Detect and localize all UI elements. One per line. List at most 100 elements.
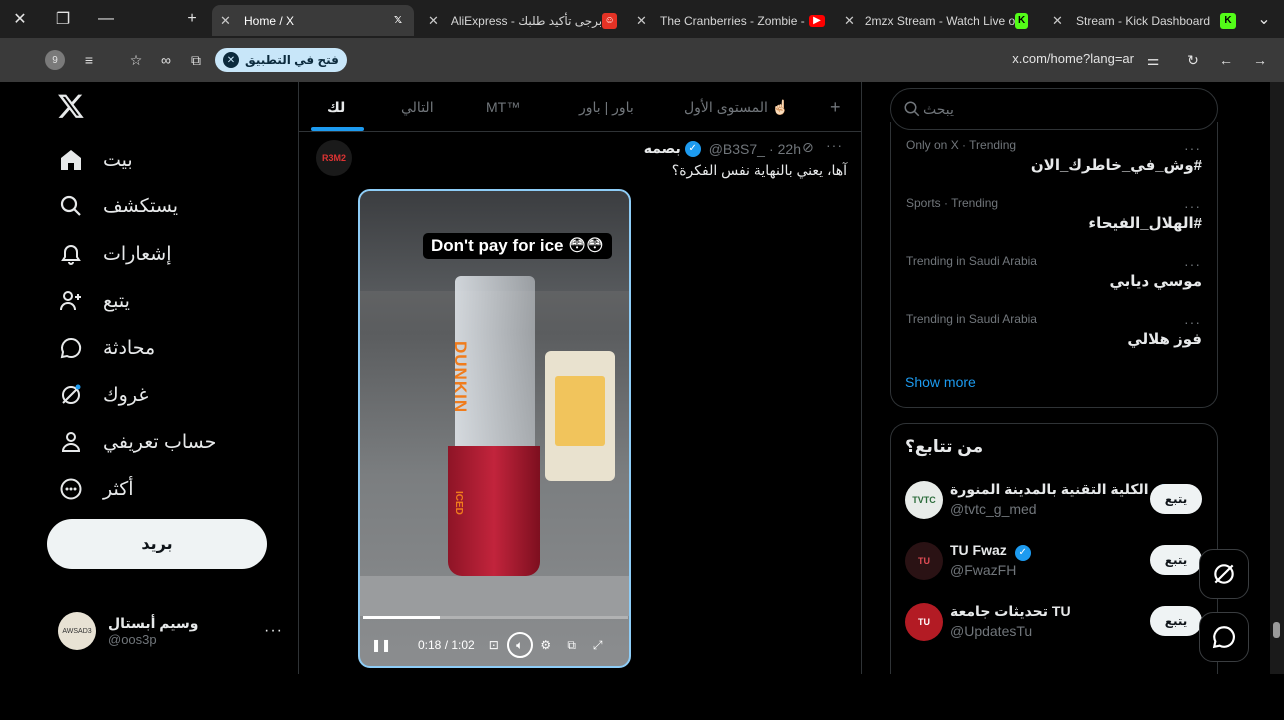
more-circle-icon	[55, 473, 87, 505]
follow-button[interactable]: يتبع	[1150, 484, 1202, 514]
account-name[interactable]: تحديثات جامعة TU	[950, 603, 1071, 620]
video-caption: Don't pay for ice 😳😳	[423, 233, 612, 259]
profile-handle: @oos3p	[108, 632, 157, 647]
nav-item-profile[interactable]: حساب تعريفي	[55, 422, 216, 462]
tweet-author-name[interactable]: بصمه	[644, 140, 681, 157]
restore-window-icon[interactable]: ❐	[43, 0, 83, 38]
trend-meta: Trending in Saudi Arabia	[906, 254, 1037, 268]
close-tab-icon[interactable]: ✕	[428, 13, 443, 29]
settings-gear-icon[interactable]: ⚙	[533, 632, 559, 658]
close-tab-icon[interactable]: ✕	[636, 13, 652, 29]
close-tab-icon[interactable]: ✕	[844, 13, 857, 29]
nav-label: محادثة	[103, 337, 156, 359]
grok-icon[interactable]: ⊘	[802, 139, 820, 157]
home-icon	[55, 144, 87, 176]
tweet-author-handle[interactable]: @B3S7_	[709, 141, 765, 157]
bookmark-star-icon[interactable]: ☆	[125, 49, 147, 71]
account-handle: @UpdatesTu	[950, 623, 1033, 639]
tweet-author-avatar[interactable]: R3M2	[316, 140, 352, 176]
install-app-icon[interactable]: ⧉	[185, 49, 207, 71]
avatar[interactable]: TU	[905, 542, 943, 580]
more-dots-icon[interactable]: ···	[826, 137, 846, 155]
avatar[interactable]: TVTC	[905, 481, 943, 519]
browser-tab-kick-dashboard[interactable]: ✕ Stream - Kick Dashboard K	[1044, 5, 1244, 36]
follow-button[interactable]: يتبع	[1150, 606, 1202, 636]
trend-more-icon[interactable]: ···	[1184, 140, 1201, 156]
nav-item-notifications[interactable]: إشعارات	[55, 234, 172, 274]
trend-more-icon[interactable]: ···	[1184, 198, 1201, 214]
trend-item[interactable]: #وش_في_خاطرك_الان	[1031, 156, 1202, 174]
person-add-icon	[55, 285, 87, 317]
account-switcher[interactable]: AWSAD3 وسيم أبستال @oos3p ···	[58, 609, 283, 653]
profile-badge-icon[interactable]: 9	[45, 50, 65, 70]
more-dots-icon[interactable]: ···	[264, 622, 283, 640]
scrollbar[interactable]	[1270, 82, 1284, 674]
trend-more-icon[interactable]: ···	[1184, 314, 1201, 330]
show-more-link[interactable]: Show more	[905, 374, 976, 390]
forward-icon[interactable]: →	[1249, 49, 1271, 71]
fullscreen-icon[interactable]: ⤢	[585, 632, 611, 658]
account-name[interactable]: الكلية التقنية بالمدينة المنورة ✓	[950, 481, 1176, 500]
search-icon	[55, 190, 87, 222]
new-tab-icon[interactable]: +	[172, 0, 212, 38]
pause-icon[interactable]: ❚❚	[368, 632, 394, 658]
browser-tab-kick-stream[interactable]: ✕ 2mzx Stream - Watch Live o K	[836, 5, 1036, 36]
active-tab-indicator	[311, 127, 364, 131]
pip-icon[interactable]: ⧉	[559, 632, 585, 658]
nav-item-more[interactable]: أكثر	[55, 469, 134, 509]
reading-list-icon[interactable]: ≡	[78, 49, 100, 71]
site-settings-icon[interactable]: ⚌	[1142, 49, 1164, 71]
add-tab-icon[interactable]: +	[830, 82, 841, 132]
bell-icon	[55, 238, 87, 270]
back-icon[interactable]: ←	[1215, 49, 1237, 71]
tab-title: Stream - Kick Dashboard	[1076, 13, 1211, 28]
trend-item[interactable]: #الهلال_الفيحاء	[1088, 214, 1202, 232]
tab-first-level[interactable]: المستوى الأول ☝🏻	[684, 82, 789, 132]
post-button[interactable]: بريد	[47, 519, 267, 569]
nav-item-follow[interactable]: يتبع	[55, 281, 130, 321]
trend-more-icon[interactable]: ···	[1184, 256, 1201, 272]
reading-mode-icon[interactable]: ∞	[155, 49, 177, 71]
url-field[interactable]: x.com/home?lang=ar	[1012, 51, 1134, 66]
close-tab-icon[interactable]: ✕	[1052, 13, 1068, 29]
verified-badge-icon: ✓	[684, 140, 701, 157]
trend-item[interactable]: فوز هلالي	[1127, 330, 1202, 348]
tweet-time[interactable]: 22h	[778, 141, 801, 157]
open-in-app-chip[interactable]: ✕ فتح في التطبيق	[215, 48, 347, 72]
nav-item-grok[interactable]: غروك	[55, 375, 148, 415]
volume-icon[interactable]: 🔈︎	[506, 632, 533, 658]
scrollbar-thumb[interactable]	[1273, 622, 1280, 638]
reload-icon[interactable]: ↻	[1182, 49, 1204, 71]
browser-tab-home-x[interactable]: ✕ Home / X 𝕏	[212, 5, 414, 36]
kick-icon: K	[1220, 12, 1236, 29]
avatar[interactable]: TU	[905, 603, 943, 641]
close-tab-icon[interactable]: ✕	[220, 13, 236, 29]
search-placeholder: يبحث	[923, 101, 954, 117]
grok-float-button[interactable]	[1199, 549, 1249, 599]
browser-tab-aliexpress[interactable]: ✕ AliExpress - برجى تأكيد طلبك ☺	[420, 5, 625, 36]
tab-power[interactable]: باور | باور	[579, 82, 634, 132]
nav-item-home[interactable]: بيت	[55, 140, 133, 180]
tab-search-icon[interactable]: ⌄	[1244, 0, 1284, 38]
browser-tab-youtube[interactable]: ✕ The Cranberries - Zombie - ▶	[628, 5, 833, 36]
search-icon	[904, 101, 920, 117]
tab-following[interactable]: التالي	[401, 82, 434, 132]
video-player[interactable]: DUNKIN ICED Don't pay for ice 😳😳 ❚❚ 0:18…	[358, 189, 631, 668]
captions-icon[interactable]: ⊡	[481, 632, 507, 658]
nav-label: غروك	[103, 384, 149, 406]
tab-for-you[interactable]: لك	[327, 82, 345, 132]
account-handle: @FwazFH	[950, 562, 1017, 578]
follow-button[interactable]: يتبع	[1150, 545, 1202, 575]
tab-mt[interactable]: MT™	[486, 82, 520, 132]
minimize-window-icon[interactable]: —	[86, 0, 126, 38]
page-bottom-strip	[0, 674, 1284, 720]
video-progress-bar[interactable]	[363, 616, 628, 619]
messages-float-button[interactable]	[1199, 612, 1249, 662]
video-frame-cup-brand: DUNKIN	[451, 341, 470, 414]
trend-item[interactable]: موسي ديابي	[1109, 272, 1202, 290]
x-logo-icon[interactable]	[57, 92, 87, 122]
account-name[interactable]: TU Fwaz ✓	[950, 542, 1035, 561]
close-window-icon[interactable]: ✕	[0, 0, 40, 38]
nav-item-messages[interactable]: محادثة	[55, 328, 155, 368]
nav-item-explore[interactable]: يستكشف	[55, 186, 178, 226]
